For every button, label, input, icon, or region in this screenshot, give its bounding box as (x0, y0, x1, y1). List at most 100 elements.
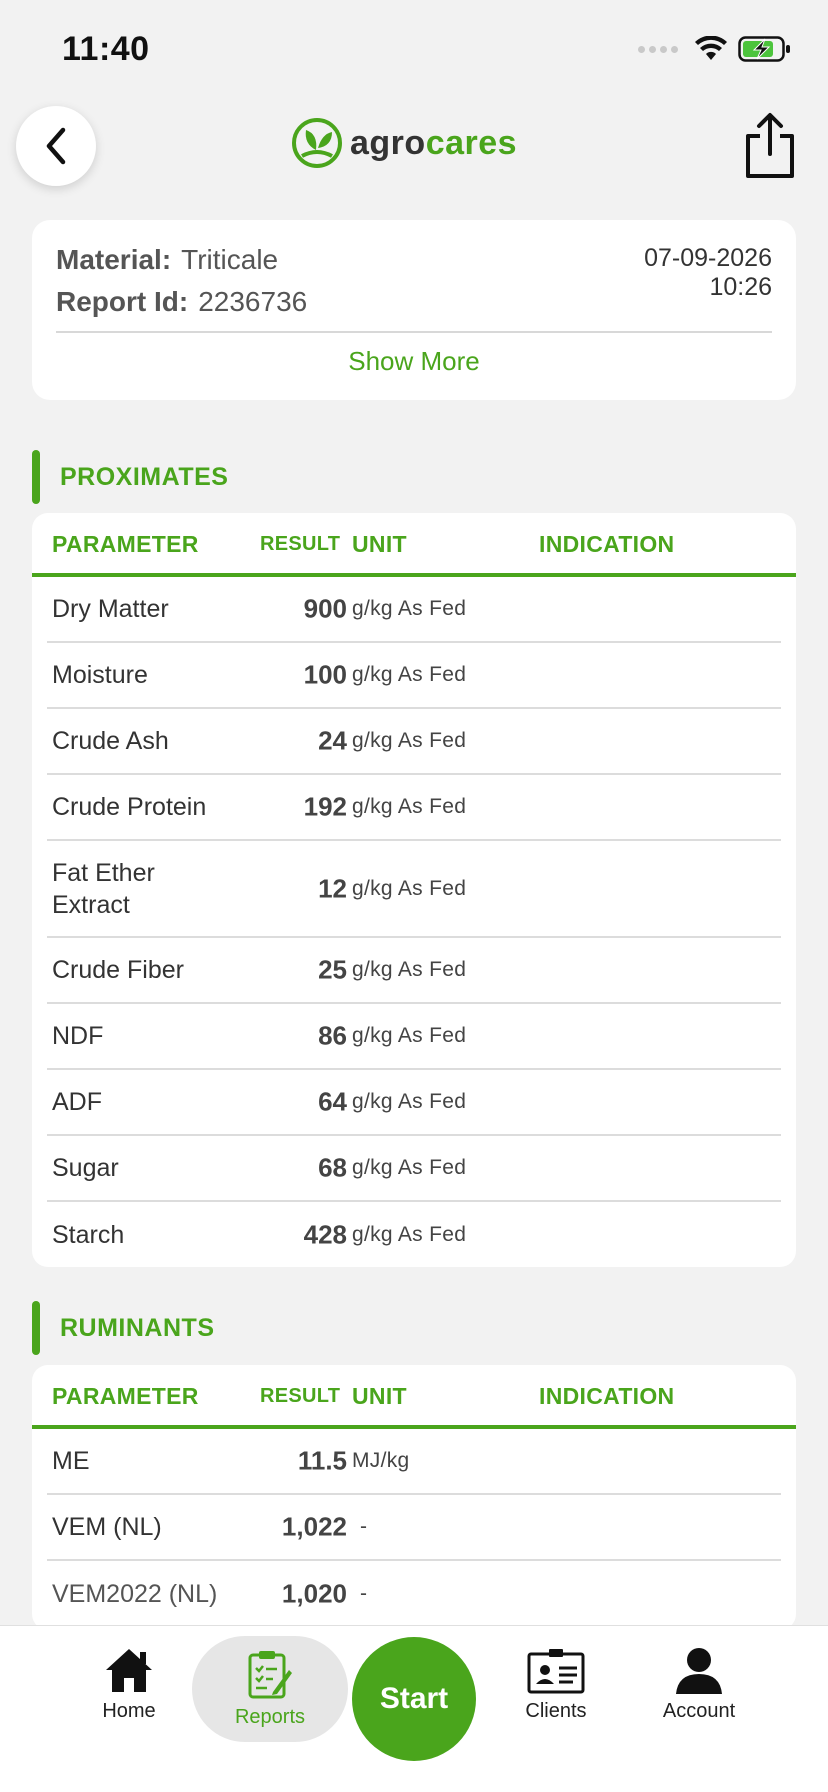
nav-account-label: Account (662, 1700, 736, 1722)
header-unit: UNIT (352, 1383, 407, 1409)
show-more-button[interactable]: Show More (32, 346, 796, 377)
info-divider (56, 331, 772, 333)
table-row: VEM (NL) 1,022 - (47, 1495, 781, 1561)
result-cell: 1,022 (281, 1511, 347, 1542)
table-row: Starch 428 g/kg As Fed (47, 1202, 781, 1267)
result-cell: 68 (318, 1152, 347, 1183)
unit-cell: g/kg As Fed (352, 1223, 467, 1246)
nav-home[interactable]: Home (94, 1646, 164, 1723)
unit-cell: g/kg As Fed (352, 1024, 467, 1047)
result-cell: 100 (303, 659, 347, 690)
nav-account[interactable]: Account (654, 1646, 744, 1723)
result-cell: 25 (318, 954, 347, 985)
header-parameter: PARAMETER (52, 1383, 199, 1409)
section-title-proximates: PROXIMATES (32, 450, 228, 504)
status-bar: 11:40 (0, 0, 828, 100)
result-cell: 64 (318, 1086, 347, 1117)
result-cell: 24 (318, 725, 347, 756)
app-header: agrocares (0, 100, 828, 200)
nav-reports[interactable]: Reports (192, 1636, 348, 1742)
material-row: Material: Triticale (56, 244, 278, 276)
nav-home-label: Home (102, 1700, 156, 1722)
id-card-icon (527, 1649, 585, 1694)
parameter-cell: Crude Protein (52, 793, 207, 821)
nav-clients[interactable]: Clients (516, 1648, 596, 1723)
nav-reports-label: Reports (234, 1705, 306, 1728)
table-header: PARAMETER RESULT UNIT INDICATION (32, 513, 796, 577)
agrocares-logo: agrocares (292, 118, 517, 168)
result-cell: 12 (318, 873, 347, 903)
table-row: ME 11.5 MJ/kg (47, 1429, 781, 1495)
home-icon (106, 1649, 152, 1692)
parameter-cell: NDF (52, 1022, 104, 1050)
chevron-left-icon (46, 127, 66, 165)
table-row: Dry Matter 900 g/kg As Fed (47, 577, 781, 643)
leaf-logo-icon (292, 118, 342, 168)
table-row: Moisture 100 g/kg As Fed (47, 643, 781, 709)
parameter-cell: Moisture (52, 661, 148, 689)
unit-cell: g/kg As Fed (352, 729, 467, 752)
start-button[interactable]: Start (352, 1637, 476, 1761)
unit-cell: g/kg As Fed (352, 663, 467, 686)
report-time: 10:26 (709, 273, 772, 301)
section-title-text: RUMINANTS (60, 1313, 215, 1342)
table-row: Sugar 68 g/kg As Fed (47, 1136, 781, 1202)
unit-cell: g/kg As Fed (352, 597, 467, 620)
logo-text-agro: agro (350, 123, 426, 162)
status-icons (638, 36, 792, 62)
unit-cell: MJ/kg (352, 1449, 410, 1472)
result-cell: 428 (303, 1219, 347, 1250)
section-title-ruminants: RUMINANTS (32, 1301, 215, 1355)
result-cell: 1,020 (281, 1578, 347, 1609)
header-indication: INDICATION (539, 531, 675, 557)
header-result: RESULT (260, 533, 341, 555)
result-cell: 900 (303, 593, 347, 624)
table-row: Crude Protein 192 g/kg As Fed (47, 775, 781, 841)
header-parameter: PARAMETER (52, 531, 199, 557)
battery-charging-icon (738, 36, 790, 62)
parameter-cell: VEM (NL) (52, 1513, 162, 1541)
unit-cell: g/kg As Fed (352, 795, 467, 818)
table-row: NDF 86 g/kg As Fed (47, 1004, 781, 1070)
back-button[interactable] (16, 106, 96, 186)
parameter-cell: ADF (52, 1088, 102, 1116)
ruminants-table: PARAMETER RESULT UNIT INDICATION ME 11.5… (32, 1365, 796, 1630)
header-result: RESULT (260, 1385, 341, 1407)
share-button[interactable] (742, 112, 798, 180)
section-accent-bar (32, 1301, 40, 1355)
parameter-cell: ME (52, 1447, 90, 1475)
table-row: Crude Fiber 25 g/kg As Fed (47, 938, 781, 1004)
unit-cell: g/kg As Fed (352, 1156, 467, 1179)
bottom-navigation: Home Reports Start Clients Account (0, 1625, 828, 1792)
material-value: Triticale (181, 244, 279, 275)
unit-cell: g/kg As Fed (352, 958, 467, 981)
logo-text: agrocares (350, 124, 517, 163)
result-cell: 11.5 (297, 1445, 347, 1476)
parameter-cell: Crude Fiber (52, 956, 184, 984)
parameter-cell: Starch (52, 1221, 125, 1249)
table-row: Crude Ash 24 g/kg As Fed (47, 709, 781, 775)
header-indication: INDICATION (539, 1383, 675, 1409)
unit-cell: g/kg As Fed (352, 876, 467, 900)
wifi-icon (695, 36, 727, 60)
table-row: ADF 64 g/kg As Fed (47, 1070, 781, 1136)
parameter-cell: Sugar (52, 1154, 119, 1182)
parameter-cell: Fat Ether Extract (52, 858, 155, 919)
result-cell: 86 (318, 1020, 347, 1051)
nav-clients-label: Clients (525, 1700, 587, 1722)
report-datetime: 07-09-2026 10:26 (644, 244, 772, 302)
report-info-card: Material: Triticale Report Id: 2236736 07-… (32, 220, 796, 400)
table-row: Fat Ether Extract 12 g/kg As Fed (47, 841, 781, 938)
parameter-cell: VEM2022 (NL) (52, 1580, 218, 1608)
cellular-signal-icon (638, 45, 678, 53)
table-row: VEM2022 (NL) 1,020 - (47, 1561, 781, 1627)
result-cell: 192 (303, 791, 347, 822)
report-id-label: Report Id: (56, 286, 189, 317)
user-icon (676, 1648, 722, 1694)
parameter-cell: Crude Ash (52, 727, 169, 755)
proximates-table: PARAMETER RESULT UNIT INDICATION Dry Mat… (32, 513, 796, 1267)
unit-cell: g/kg As Fed (352, 1090, 467, 1113)
section-title-text: PROXIMATES (60, 462, 229, 491)
status-time: 11:40 (62, 30, 150, 68)
section-accent-bar (32, 450, 40, 504)
